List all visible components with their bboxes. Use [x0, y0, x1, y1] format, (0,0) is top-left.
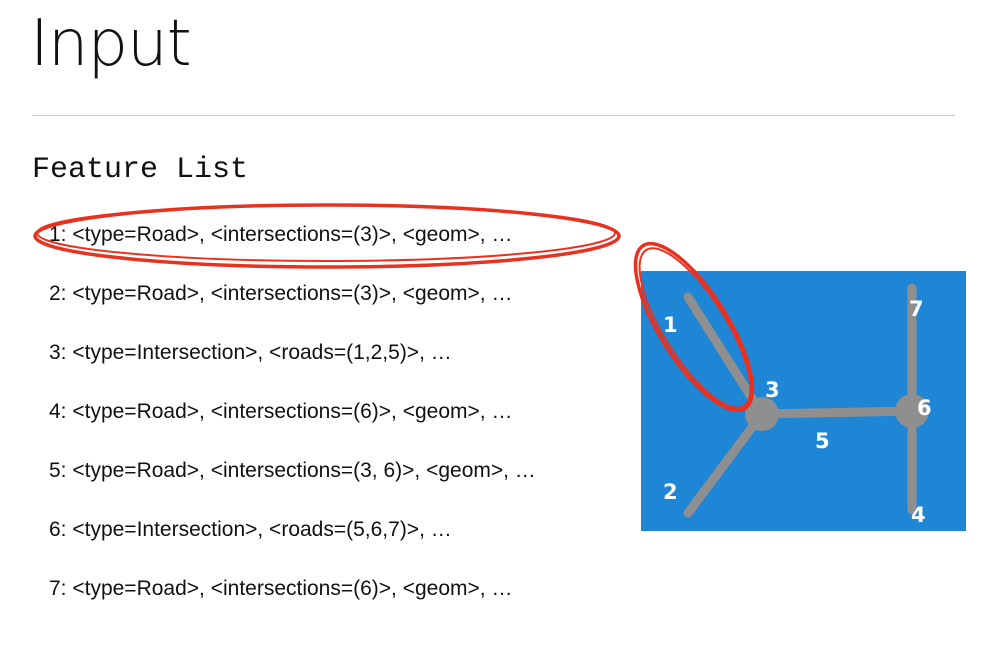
feature-item-6: 6: <type=Intersection>, <roads=(5,6,7)>,… [49, 518, 452, 541]
road-5 [757, 406, 917, 419]
feature-item-1: 1: <type=Road>, <intersections=(3)>, <ge… [49, 223, 513, 246]
road-1-label: 1 [663, 313, 678, 337]
feature-item-4: 4: <type=Road>, <intersections=(6)>, <ge… [49, 400, 513, 423]
road-2 [683, 409, 767, 518]
feature-item-7: 7: <type=Road>, <intersections=(6)>, <ge… [49, 577, 513, 600]
intersection-6-node [895, 394, 929, 428]
feature-item-2: 2: <type=Road>, <intersections=(3)>, <ge… [49, 282, 513, 305]
road-2-label: 2 [663, 480, 678, 504]
feature-list: 1: <type=Road>, <intersections=(3)>, <ge… [0, 0, 640, 652]
feature-item-5: 5: <type=Road>, <intersections=(3, 6)>, … [49, 459, 536, 482]
road-5-label: 5 [815, 429, 830, 453]
road-4-label: 4 [911, 503, 926, 527]
road-1 [683, 292, 767, 419]
feature-item-3: 3: <type=Intersection>, <roads=(1,2,5)>,… [49, 341, 452, 364]
intersection-6-label: 6 [917, 396, 932, 420]
road-7-label: 7 [909, 297, 924, 321]
highlight-ellipse-road-inner [638, 247, 752, 409]
intersection-3-label: 3 [765, 378, 780, 402]
intersection-3-node [745, 397, 779, 431]
map-background [641, 271, 966, 531]
